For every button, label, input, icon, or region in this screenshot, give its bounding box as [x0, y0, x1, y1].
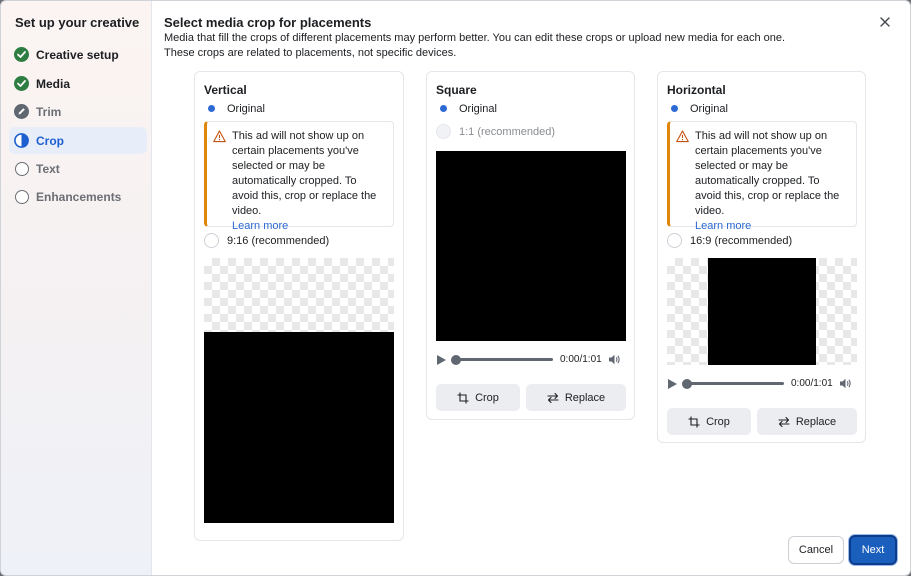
step-creative-setup[interactable]: Creative setup: [9, 41, 147, 68]
step-label: Media: [36, 76, 71, 91]
button-label: Replace: [564, 391, 606, 404]
option-label: 16:9 (recommended): [690, 234, 793, 247]
crop-warning: This ad will not show up on certain plac…: [667, 121, 857, 232]
video-time: 0:00/1:01: [560, 354, 602, 365]
play-icon[interactable]: [668, 378, 677, 389]
warning-text: This ad will not show up on certain plac…: [232, 130, 377, 217]
original-option[interactable]: Original: [667, 101, 728, 116]
next-button[interactable]: Next: [849, 535, 897, 565]
radio-unselected[interactable]: [667, 233, 682, 248]
close-button[interactable]: [876, 13, 894, 31]
cancel-button[interactable]: Cancel: [788, 536, 844, 564]
step-crop[interactable]: Crop: [9, 127, 147, 154]
radio-selected[interactable]: [436, 101, 451, 116]
volume-icon[interactable]: [608, 353, 621, 366]
step-trim[interactable]: Trim: [9, 98, 147, 125]
crop-icon: [457, 392, 469, 403]
warning-icon: [676, 130, 689, 143]
progress-slider[interactable]: [682, 378, 784, 389]
sidebar-title: Set up your creative: [15, 15, 140, 30]
learn-more-link[interactable]: Learn more: [695, 219, 848, 234]
vertical-crop-card: Vertical Original This ad will not show …: [194, 71, 404, 541]
replace-button[interactable]: Replace: [757, 408, 857, 435]
radio-unselected[interactable]: [204, 233, 219, 248]
video-player-controls: 0:00/1:01: [437, 353, 627, 366]
option-label: 9:16 (recommended): [227, 234, 330, 247]
dialog-description: Media that fill the crops of different p…: [164, 31, 814, 61]
video-preview: [708, 258, 816, 365]
description-line: Media that fill the crops of different p…: [164, 32, 786, 44]
step-label: Enhancements: [36, 189, 122, 204]
learn-more-link[interactable]: Learn more: [232, 219, 385, 234]
horizontal-crop-card: Horizontal Original This ad will not sho…: [657, 71, 866, 443]
crop-button[interactable]: Crop: [667, 408, 751, 435]
option-label: 1:1 (recommended): [459, 125, 555, 138]
play-icon[interactable]: [437, 354, 446, 365]
card-title: Horizontal: [667, 83, 726, 97]
option-label: Original: [227, 102, 265, 115]
step-text[interactable]: Text: [9, 155, 147, 182]
radio-selected[interactable]: [204, 101, 219, 116]
crop-icon: [688, 416, 700, 427]
recommended-option[interactable]: 9:16 (recommended): [204, 233, 329, 248]
slider-knob[interactable]: [451, 354, 461, 365]
crop-preview-background: [204, 258, 394, 333]
replace-icon: [778, 416, 790, 427]
crop-warning: This ad will not show up on certain plac…: [204, 121, 394, 232]
button-label: Crop: [475, 391, 499, 404]
check-circle-icon: [14, 47, 29, 62]
empty-circle-icon: [14, 189, 29, 204]
video-preview: [436, 151, 626, 341]
replace-button[interactable]: Replace: [526, 384, 626, 411]
button-label: Replace: [795, 415, 837, 428]
step-media[interactable]: Media: [9, 70, 147, 97]
radio-selected[interactable]: [667, 101, 682, 116]
step-enhancements[interactable]: Enhancements: [9, 183, 147, 210]
option-label: Original: [690, 102, 728, 115]
square-crop-card: Square Original 1:1 (recommended) 0:00/1…: [426, 71, 635, 420]
step-label: Crop: [36, 133, 64, 148]
original-option[interactable]: Original: [436, 101, 497, 116]
step-label: Creative setup: [36, 47, 119, 62]
card-title: Square: [436, 83, 477, 97]
recommended-option: 1:1 (recommended): [436, 124, 555, 139]
original-option[interactable]: Original: [204, 101, 265, 116]
setup-sidebar: Set up your creative Creative setup Medi…: [1, 1, 152, 575]
close-icon: [880, 17, 890, 27]
replace-icon: [547, 392, 559, 403]
video-time: 0:00/1:01: [791, 378, 833, 389]
video-preview: [204, 332, 394, 523]
volume-icon[interactable]: [839, 377, 852, 390]
step-label: Text: [36, 161, 60, 176]
description-line: These crops are related to placements, n…: [164, 47, 457, 59]
check-circle-icon: [14, 76, 29, 91]
warning-text: This ad will not show up on certain plac…: [695, 130, 840, 217]
crop-button[interactable]: Crop: [436, 384, 520, 411]
recommended-option[interactable]: 16:9 (recommended): [667, 233, 792, 248]
radio-disabled: [436, 124, 451, 139]
pencil-icon: [14, 104, 29, 119]
step-label: Trim: [36, 104, 62, 119]
option-label: Original: [459, 102, 497, 115]
crop-dialog: Set up your creative Creative setup Medi…: [0, 0, 911, 576]
warning-icon: [213, 130, 226, 143]
progress-slider[interactable]: [451, 354, 553, 365]
slider-knob[interactable]: [682, 378, 692, 389]
half-circle-icon: [14, 133, 29, 148]
button-label: Crop: [706, 415, 730, 428]
video-player-controls: 0:00/1:01: [668, 377, 858, 390]
dialog-title: Select media crop for placements: [164, 15, 372, 30]
empty-circle-icon: [14, 161, 29, 176]
card-title: Vertical: [204, 83, 247, 97]
